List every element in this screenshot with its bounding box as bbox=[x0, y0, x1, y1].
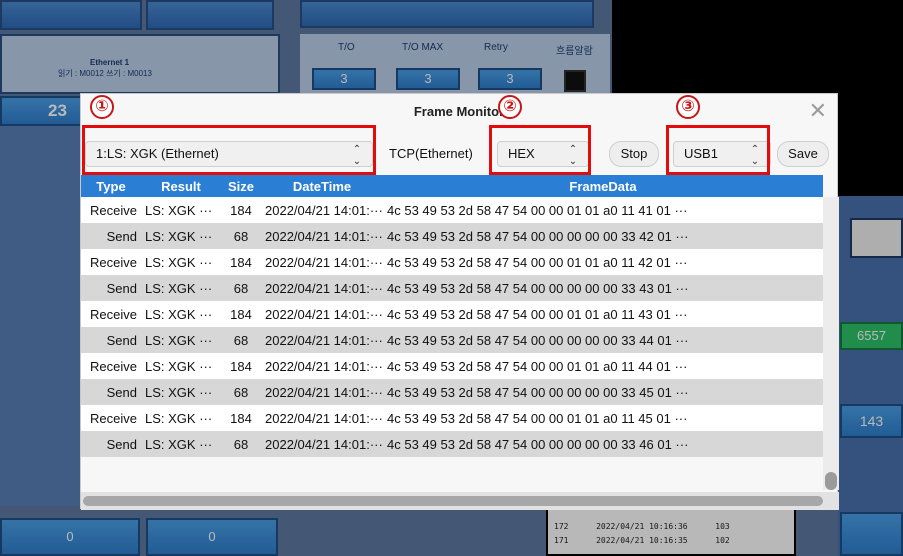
cell-framedata: 4c 53 49 53 2d 58 47 54 00 00 00 00 00 3… bbox=[383, 223, 823, 249]
cell-framedata: 4c 53 49 53 2d 58 47 54 00 00 01 01 a0 1… bbox=[383, 405, 823, 431]
column-header-framedata[interactable]: FrameData bbox=[383, 175, 823, 197]
cell-result: LS: XGK ··· bbox=[141, 301, 221, 327]
table-row[interactable]: Send LS: XGK ··· 68 2022/04/21 14:01:···… bbox=[81, 379, 823, 405]
horizontal-scrollbar[interactable] bbox=[81, 492, 839, 510]
cell-type: Send bbox=[81, 379, 141, 405]
cell-size: 184 bbox=[221, 197, 261, 223]
frame-table: Type Result Size DateTime FrameData Rece… bbox=[81, 175, 823, 457]
highlight-box-usb-select bbox=[666, 125, 770, 175]
cell-type: Receive bbox=[81, 249, 141, 275]
cell-datetime: 2022/04/21 14:01:··· bbox=[261, 197, 383, 223]
cell-type: Send bbox=[81, 431, 141, 457]
cell-framedata: 4c 53 49 53 2d 58 47 54 00 00 00 00 00 3… bbox=[383, 327, 823, 353]
table-row[interactable]: Send LS: XGK ··· 68 2022/04/21 14:01:···… bbox=[81, 431, 823, 457]
cell-size: 68 bbox=[221, 327, 261, 353]
badge-3: ③ bbox=[676, 95, 700, 119]
table-row[interactable]: Receive LS: XGK ··· 184 2022/04/21 14:01… bbox=[81, 353, 823, 379]
vertical-scroll-thumb[interactable] bbox=[825, 472, 837, 490]
cell-type: Receive bbox=[81, 353, 141, 379]
cell-result: LS: XGK ··· bbox=[141, 405, 221, 431]
cell-framedata: 4c 53 49 53 2d 58 47 54 00 00 01 01 a0 1… bbox=[383, 353, 823, 379]
table-row[interactable]: Send LS: XGK ··· 68 2022/04/21 14:01:···… bbox=[81, 327, 823, 353]
column-header-result[interactable]: Result bbox=[141, 175, 221, 197]
cell-size: 68 bbox=[221, 431, 261, 457]
cell-datetime: 2022/04/21 14:01:··· bbox=[261, 301, 383, 327]
column-header-datetime[interactable]: DateTime bbox=[261, 175, 383, 197]
cell-type: Receive bbox=[81, 405, 141, 431]
vertical-scrollbar[interactable] bbox=[823, 197, 839, 490]
table-row[interactable]: Send LS: XGK ··· 68 2022/04/21 14:01:···… bbox=[81, 275, 823, 301]
cell-result: LS: XGK ··· bbox=[141, 431, 221, 457]
column-header-size[interactable]: Size bbox=[221, 175, 261, 197]
highlight-box-format-select bbox=[489, 125, 591, 175]
cell-size: 68 bbox=[221, 223, 261, 249]
cell-result: LS: XGK ··· bbox=[141, 379, 221, 405]
cell-size: 184 bbox=[221, 249, 261, 275]
cell-datetime: 2022/04/21 14:01:··· bbox=[261, 405, 383, 431]
cell-result: LS: XGK ··· bbox=[141, 327, 221, 353]
table-row[interactable]: Receive LS: XGK ··· 184 2022/04/21 14:01… bbox=[81, 301, 823, 327]
cell-result: LS: XGK ··· bbox=[141, 223, 221, 249]
cell-type: Send bbox=[81, 275, 141, 301]
cell-result: LS: XGK ··· bbox=[141, 249, 221, 275]
cell-size: 68 bbox=[221, 275, 261, 301]
cell-type: Receive bbox=[81, 301, 141, 327]
cell-type: Send bbox=[81, 327, 141, 353]
table-row[interactable]: Receive LS: XGK ··· 184 2022/04/21 14:01… bbox=[81, 405, 823, 431]
table-row[interactable]: Receive LS: XGK ··· 184 2022/04/21 14:01… bbox=[81, 197, 823, 223]
close-icon[interactable]: ✕ bbox=[809, 100, 827, 122]
cell-size: 184 bbox=[221, 353, 261, 379]
frame-table-wrapper: Type Result Size DateTime FrameData Rece… bbox=[81, 175, 839, 510]
cell-framedata: 4c 53 49 53 2d 58 47 54 00 00 00 00 00 3… bbox=[383, 431, 823, 457]
cell-datetime: 2022/04/21 14:01:··· bbox=[261, 327, 383, 353]
protocol-label: TCP(Ethernet) bbox=[389, 146, 473, 161]
cell-framedata: 4c 53 49 53 2d 58 47 54 00 00 01 01 a0 1… bbox=[383, 197, 823, 223]
highlight-box-device-select bbox=[82, 125, 376, 175]
cell-datetime: 2022/04/21 14:01:··· bbox=[261, 223, 383, 249]
column-header-type[interactable]: Type bbox=[81, 175, 141, 197]
cell-size: 68 bbox=[221, 379, 261, 405]
cell-framedata: 4c 53 49 53 2d 58 47 54 00 00 01 01 a0 1… bbox=[383, 301, 823, 327]
cell-result: LS: XGK ··· bbox=[141, 275, 221, 301]
cell-result: LS: XGK ··· bbox=[141, 197, 221, 223]
cell-type: Send bbox=[81, 223, 141, 249]
cell-result: LS: XGK ··· bbox=[141, 353, 221, 379]
cell-framedata: 4c 53 49 53 2d 58 47 54 00 00 00 00 00 3… bbox=[383, 275, 823, 301]
cell-type: Receive bbox=[81, 197, 141, 223]
cell-datetime: 2022/04/21 14:01:··· bbox=[261, 431, 383, 457]
cell-datetime: 2022/04/21 14:01:··· bbox=[261, 249, 383, 275]
horizontal-scroll-thumb[interactable] bbox=[83, 496, 823, 506]
save-button[interactable]: Save bbox=[777, 141, 829, 167]
table-row[interactable]: Receive LS: XGK ··· 184 2022/04/21 14:01… bbox=[81, 249, 823, 275]
cell-framedata: 4c 53 49 53 2d 58 47 54 00 00 01 01 a0 1… bbox=[383, 249, 823, 275]
cell-datetime: 2022/04/21 14:01:··· bbox=[261, 275, 383, 301]
badge-2: ② bbox=[498, 95, 522, 119]
stop-button[interactable]: Stop bbox=[609, 141, 659, 167]
table-row[interactable]: Send LS: XGK ··· 68 2022/04/21 14:01:···… bbox=[81, 223, 823, 249]
table-header-row: Type Result Size DateTime FrameData bbox=[81, 175, 823, 197]
cell-datetime: 2022/04/21 14:01:··· bbox=[261, 379, 383, 405]
cell-datetime: 2022/04/21 14:01:··· bbox=[261, 353, 383, 379]
badge-1: ① bbox=[90, 95, 114, 119]
cell-size: 184 bbox=[221, 301, 261, 327]
cell-framedata: 4c 53 49 53 2d 58 47 54 00 00 00 00 00 3… bbox=[383, 379, 823, 405]
cell-size: 184 bbox=[221, 405, 261, 431]
